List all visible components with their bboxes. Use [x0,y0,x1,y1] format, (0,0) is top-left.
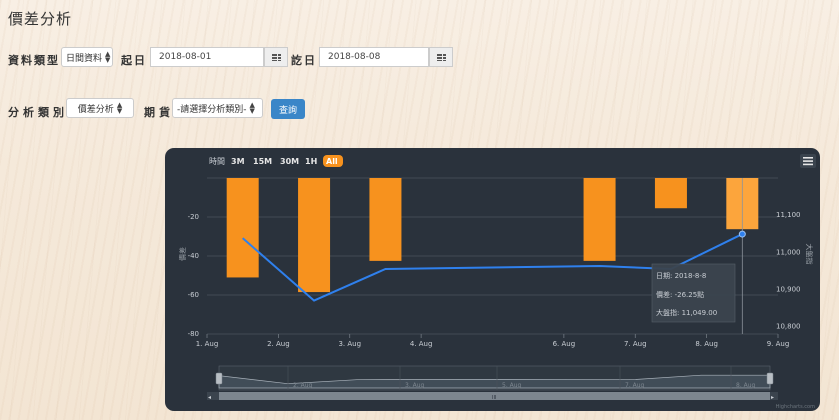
select-arrows-icon: ▲ ▼ [249,101,255,115]
navigator-right-handle[interactable] [766,372,774,385]
left-axis-title: 價差 [178,247,187,261]
x-tick-label: 3. Aug [338,340,361,348]
x-tick-label: 2. Aug [267,340,290,348]
end-date-input[interactable]: 2018-08-08 [319,47,429,67]
tooltip-spread: 價差: -26.25點 [656,290,704,299]
navigator-tick-label: 2. Aug [293,382,313,389]
range-button-1h[interactable]: 1H [305,157,317,166]
range-button-label: 1H [305,157,317,166]
bar [583,178,616,261]
right-tick-label: 10,800 [776,323,801,331]
range-button-label: 15M [253,157,272,166]
range-button-30m[interactable]: 30M [280,157,299,166]
tooltip-date: 日期: 2018-8-8 [656,272,706,280]
scroll-right-icon[interactable]: ▸ [771,394,774,401]
stock-chart: 時間 3M 15M 30M 1H All 價差 大盤指 -20 -40 -60 -80 11,… [165,148,820,411]
bar [369,178,402,261]
x-tick-label: 7. Aug [624,340,647,348]
right-axis-title: 大盤指 [805,244,814,265]
left-tick-label: -20 [188,213,199,221]
x-tick-label: 4. Aug [410,340,433,348]
tooltip-index: 大盤指: 11,049.00 [656,308,717,317]
page-title: 價差分析 [8,10,73,28]
start-calendar-button[interactable] [264,47,288,67]
scroll-left-icon[interactable]: ◂ [208,394,211,401]
range-button-label: 3M [231,157,245,166]
query-button[interactable]: 查詢 [271,99,305,119]
range-button-all[interactable]: All [323,155,343,167]
category-value: 價差分析 [77,104,114,115]
left-tick-label: -40 [188,252,199,260]
navigator-tick-label: 8. Aug [736,382,756,389]
data-type-value: 日間資料 [66,53,103,64]
bar [654,178,687,209]
x-tick-label: 9. Aug [767,340,790,348]
left-tick-label: -80 [188,330,199,338]
bar [226,178,259,278]
futures-label: 期貨 [144,106,174,119]
chart-menu-button[interactable] [800,154,816,168]
x-tick-label: 1. Aug [196,340,219,348]
navigator-tick-label: 7. Aug [625,382,645,389]
range-button-label: 30M [280,157,299,166]
select-arrows-icon: ▲ ▼ [116,101,123,115]
hamburger-icon [803,157,813,166]
highlighted-point [738,230,746,238]
range-button-label: All [326,157,338,166]
x-tick-label: 8. Aug [695,340,718,348]
navigator-left-handle[interactable] [215,372,223,385]
start-date-label: 起日 [121,54,147,67]
navigator[interactable]: 2. Aug 3. Aug 5. Aug 7. Aug 8. Aug [215,365,774,391]
data-type-label: 資料類型 [8,54,60,67]
left-tick-label: -60 [188,291,199,299]
end-date-label: 訖日 [291,54,317,67]
category-select[interactable]: 價差分析 ▲ ▼ [66,98,134,118]
scrollbar-grip-icon: III [492,395,496,401]
range-selector-label: 時間 [209,157,225,166]
tooltip: 日期: 2018-8-8 價差: -26.25點 大盤指: 11,049.00 [651,263,736,323]
right-tick-label: 11,100 [776,211,801,219]
data-type-select[interactable]: 日間資料 ▲ ▼ [61,47,113,67]
category-label: 分析類別 [8,106,68,119]
right-tick-label: 10,900 [776,285,801,293]
scrollbar[interactable]: ◂ ▸ III [207,392,778,401]
right-tick-label: 11,000 [776,248,801,256]
range-button-3m[interactable]: 3M [231,157,245,166]
range-button-15m[interactable]: 15M [253,157,272,166]
futures-select[interactable]: -請選擇分析類別- ▲ ▼ [172,98,263,118]
calendar-icon [436,53,446,61]
start-date-input[interactable]: 2018-08-01 [150,47,264,67]
end-calendar-button[interactable] [429,47,453,67]
select-arrows-icon: ▲ ▼ [105,50,111,64]
futures-value: -請選擇分析類別- [177,104,247,115]
navigator-tick-label: 5. Aug [502,382,522,389]
bar [298,178,331,293]
x-tick-label: 6. Aug [553,340,576,348]
chart-credit: Highcharts.com [776,404,815,410]
navigator-tick-label: 3. Aug [405,382,425,389]
calendar-icon [271,53,281,61]
